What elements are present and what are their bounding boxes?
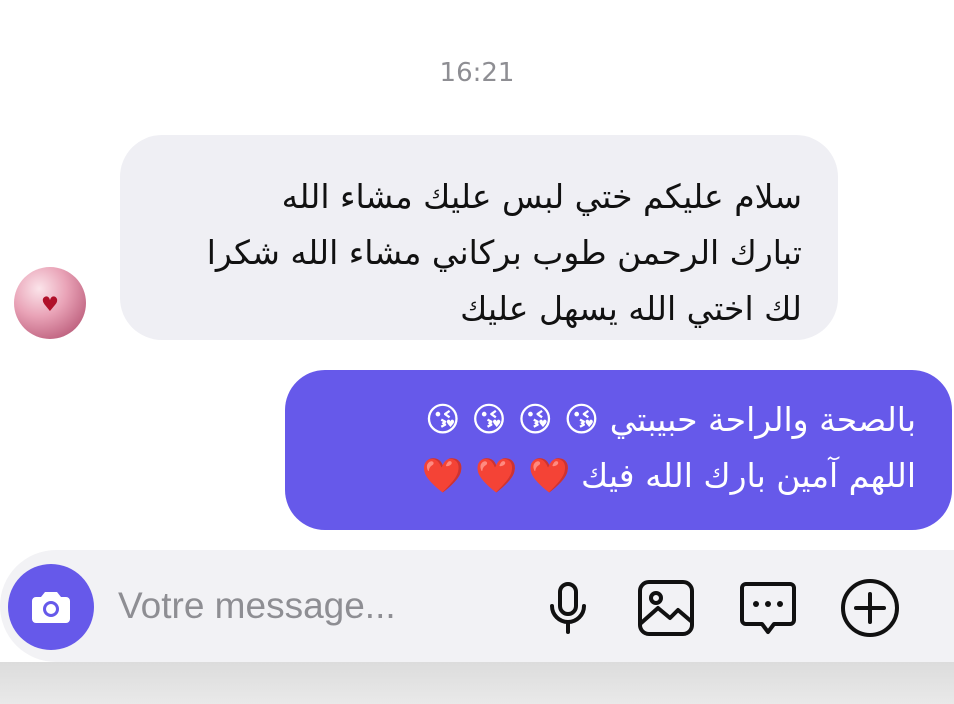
- microphone-icon: [550, 582, 586, 634]
- microphone-button[interactable]: [536, 576, 600, 640]
- outgoing-message-text: اللهم آمين بارك الله فيك: [581, 456, 916, 495]
- incoming-message-line: لك اختي الله يسهل عليك: [460, 289, 802, 328]
- camera-icon: [32, 592, 70, 623]
- sticker-icon: [740, 582, 796, 634]
- incoming-message-bubble[interactable]: سلام عليكم ختي لبس عليك مشاء الله تبارك …: [120, 135, 838, 340]
- kiss-emoji-icon: 😘 😘 😘 😘: [425, 400, 600, 440]
- message-composer: [0, 550, 954, 662]
- chat-screen: 16:21 ♥ سلام عليكم ختي لبس عليك مشاء الل…: [0, 0, 954, 704]
- camera-button[interactable]: [8, 564, 94, 650]
- heart-icon: ♥: [41, 292, 59, 316]
- heart-emoji-icon: ❤️ ❤️ ❤️: [421, 456, 571, 496]
- sticker-button[interactable]: [736, 576, 800, 640]
- incoming-message-line: سلام عليكم ختي لبس عليك مشاء الله: [281, 177, 802, 216]
- add-button[interactable]: [838, 576, 902, 640]
- incoming-message-line: تبارك الرحمن طوب بركاني مشاء الله شكرا: [206, 233, 802, 272]
- add-icon: [841, 579, 899, 637]
- image-icon: [638, 580, 694, 636]
- outgoing-message-text: بالصحة والراحة حبيبتي: [609, 400, 916, 439]
- gallery-button[interactable]: [634, 576, 698, 640]
- outgoing-message-bubble[interactable]: بالصحة والراحة حبيبتي 😘 😘 😘 😘 اللهم آمين…: [285, 370, 952, 530]
- bottom-bar: [0, 662, 954, 704]
- outgoing-message-line: بالصحة والراحة حبيبتي 😘 😘 😘 😘: [321, 392, 916, 448]
- message-timestamp: 16:21: [439, 58, 515, 88]
- message-input[interactable]: [118, 578, 518, 634]
- outgoing-message-line: اللهم آمين بارك الله فيك ❤️ ❤️ ❤️: [321, 448, 916, 504]
- contact-avatar[interactable]: ♥: [14, 267, 86, 339]
